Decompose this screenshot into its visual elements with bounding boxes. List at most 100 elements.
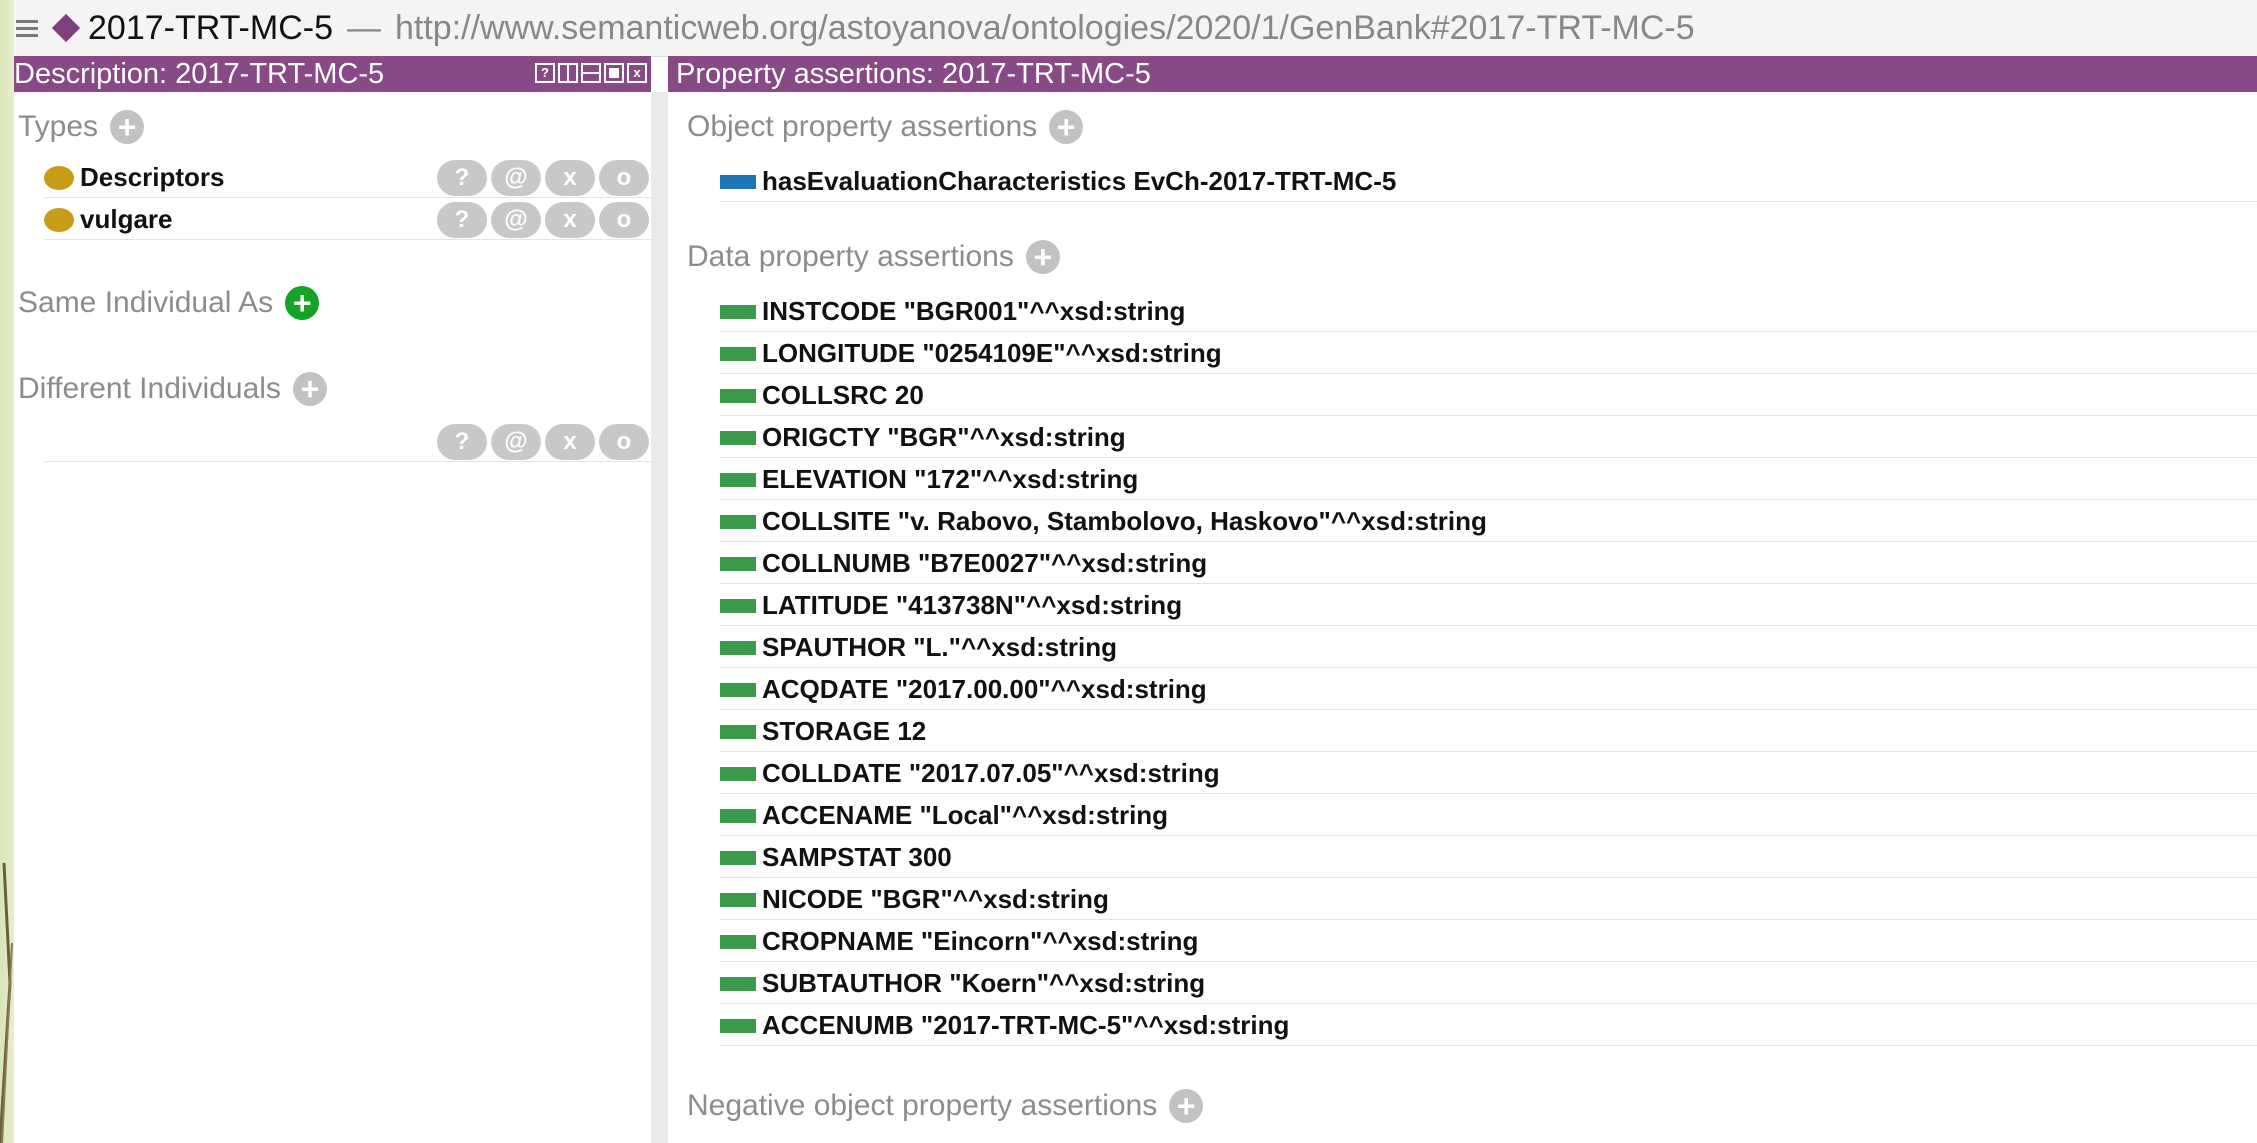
maximize-view-icon[interactable] [604, 63, 624, 83]
data-property-row[interactable]: CROPNAME "Eincorn"^^xsd:string [720, 922, 2257, 962]
data-property-row[interactable]: SPAUTHOR "L."^^xsd:string [720, 628, 2257, 668]
data-property-title: Data property assertions [687, 240, 1014, 273]
data-property-row[interactable]: NICODE "BGR"^^xsd:string [720, 880, 2257, 920]
split-horizontal-icon[interactable] [581, 63, 601, 83]
help-icon[interactable]: ? [437, 160, 487, 196]
data-property-label: SAMPSTAT 300 [762, 842, 952, 872]
object-property-title: Object property assertions [687, 110, 1038, 143]
annotate-icon[interactable]: @ [491, 202, 541, 238]
view-help-icon[interactable]: ? [535, 63, 555, 83]
data-property-row[interactable]: COLLSRC 20 [720, 376, 2257, 416]
type-label: vulgare [80, 204, 173, 234]
row-buttons: ? @ x o [437, 424, 649, 460]
object-property-section-title: Object property assertions + [687, 110, 1084, 144]
data-property-row[interactable]: COLLSITE "v. Rabovo, Stambolovo, Haskovo… [720, 502, 2257, 542]
different-individuals-row[interactable]: ? @ x o [44, 422, 651, 462]
menu-icon[interactable] [16, 19, 38, 37]
close-view-icon[interactable]: x [627, 63, 647, 83]
data-property-icon [720, 766, 756, 781]
class-icon [44, 207, 74, 232]
data-property-icon [720, 976, 756, 991]
data-property-label: NICODE "BGR"^^xsd:string [762, 884, 1109, 914]
annotate-icon[interactable]: @ [491, 160, 541, 196]
class-icon [44, 165, 74, 190]
property-assertions-title: Property assertions: 2017-TRT-MC-5 [676, 58, 1151, 90]
data-property-label: COLLDATE "2017.07.05"^^xsd:string [762, 758, 1220, 788]
different-individuals-title: Different Individuals [18, 372, 281, 405]
data-property-icon [720, 472, 756, 487]
data-property-row[interactable]: COLLNUMB "B7E0027"^^xsd:string [720, 544, 2257, 584]
data-property-label: COLLNUMB "B7E0027"^^xsd:string [762, 548, 1208, 578]
data-property-row[interactable]: ACQDATE "2017.00.00"^^xsd:string [720, 670, 2257, 710]
add-object-property-icon[interactable]: + [1049, 110, 1084, 144]
negative-object-property-section-title: Negative object property assertions + [687, 1089, 1204, 1123]
data-property-row[interactable]: ORIGCTY "BGR"^^xsd:string [720, 418, 2257, 458]
data-property-row[interactable]: ACCENAME "Local"^^xsd:string [720, 796, 2257, 836]
data-property-row[interactable]: LATITUDE "413738N"^^xsd:string [720, 586, 2257, 626]
data-property-label: COLLSITE "v. Rabovo, Stambolovo, Haskovo… [762, 506, 1487, 536]
delete-icon[interactable]: x [545, 160, 595, 196]
property-assertions-panel: Object property assertions + hasEvaluati… [668, 92, 2257, 1143]
data-property-row[interactable]: STORAGE 12 [720, 712, 2257, 752]
data-property-icon [720, 388, 756, 403]
help-icon[interactable]: ? [437, 424, 487, 460]
add-data-property-icon[interactable]: + [1025, 240, 1060, 274]
data-property-label: CROPNAME "Eincorn"^^xsd:string [762, 926, 1199, 956]
view-splitter[interactable] [651, 92, 668, 1143]
add-same-individual-icon[interactable]: + [285, 286, 320, 320]
data-property-label: SUBTAUTHOR "Koern"^^xsd:string [762, 968, 1206, 998]
negative-object-property-title: Negative object property assertions [687, 1089, 1158, 1122]
individual-name: 2017-TRT-MC-5 [88, 8, 333, 47]
type-row[interactable]: vulgare ? @ x o [44, 200, 651, 240]
data-property-icon [720, 556, 756, 571]
same-individual-title: Same Individual As [18, 286, 274, 319]
types-title: Types [18, 110, 99, 143]
data-property-row[interactable]: ELEVATION "172"^^xsd:string [720, 460, 2257, 500]
data-property-icon [720, 304, 756, 319]
data-property-label: ORIGCTY "BGR"^^xsd:string [762, 422, 1126, 452]
data-property-icon [720, 1018, 756, 1033]
object-property-label: hasEvaluationCharacteristics EvCh-2017-T… [762, 166, 1397, 196]
data-property-icon [720, 430, 756, 445]
data-property-label: LONGITUDE "0254109E"^^xsd:string [762, 338, 1222, 368]
data-property-row[interactable]: SAMPSTAT 300 [720, 838, 2257, 878]
data-property-label: ACCENUMB "2017-TRT-MC-5"^^xsd:string [762, 1010, 1290, 1040]
help-icon[interactable]: ? [437, 202, 487, 238]
type-label: Descriptors [80, 162, 225, 192]
add-different-individual-icon[interactable]: + [292, 372, 327, 406]
data-property-icon [720, 682, 756, 697]
title-bar: 2017-TRT-MC-5 — http://www.semanticweb.o… [14, 0, 2257, 57]
data-property-label: STORAGE 12 [762, 716, 927, 746]
data-property-icon [720, 640, 756, 655]
edit-icon[interactable]: o [599, 202, 649, 238]
data-property-row[interactable]: COLLDATE "2017.07.05"^^xsd:string [720, 754, 2257, 794]
add-negative-object-property-icon[interactable]: + [1169, 1089, 1204, 1123]
data-property-icon [720, 892, 756, 907]
data-property-row[interactable]: INSTCODE "BGR001"^^xsd:string [720, 292, 2257, 332]
description-panel: Types + Descriptors ? @ x o vulgare ? @ … [14, 92, 651, 1143]
edit-icon[interactable]: o [599, 424, 649, 460]
data-property-row[interactable]: LONGITUDE "0254109E"^^xsd:string [720, 334, 2257, 374]
edit-icon[interactable]: o [599, 160, 649, 196]
row-buttons: ? @ x o [437, 202, 649, 238]
individual-iri: http://www.semanticweb.org/astoyanova/on… [395, 8, 1695, 47]
data-property-icon [720, 934, 756, 949]
data-property-icon [720, 850, 756, 865]
data-property-icon [720, 808, 756, 823]
data-property-section-title: Data property assertions + [687, 240, 1060, 274]
title-separator: — [347, 8, 381, 47]
annotate-icon[interactable]: @ [491, 424, 541, 460]
type-row[interactable]: Descriptors ? @ x o [44, 158, 651, 198]
object-property-icon [720, 174, 756, 189]
delete-icon[interactable]: x [545, 424, 595, 460]
add-type-icon[interactable]: + [110, 110, 145, 144]
split-vertical-icon[interactable] [558, 63, 578, 83]
row-buttons: ? @ x o [437, 160, 649, 196]
data-property-row[interactable]: SUBTAUTHOR "Koern"^^xsd:string [720, 964, 2257, 1004]
data-property-row[interactable]: ACCENUMB "2017-TRT-MC-5"^^xsd:string [720, 1006, 2257, 1046]
object-property-row[interactable]: hasEvaluationCharacteristics EvCh-2017-T… [720, 162, 2257, 202]
delete-icon[interactable]: x [545, 202, 595, 238]
data-property-label: LATITUDE "413738N"^^xsd:string [762, 590, 1183, 620]
data-property-icon [720, 514, 756, 529]
data-property-label: ELEVATION "172"^^xsd:string [762, 464, 1139, 494]
